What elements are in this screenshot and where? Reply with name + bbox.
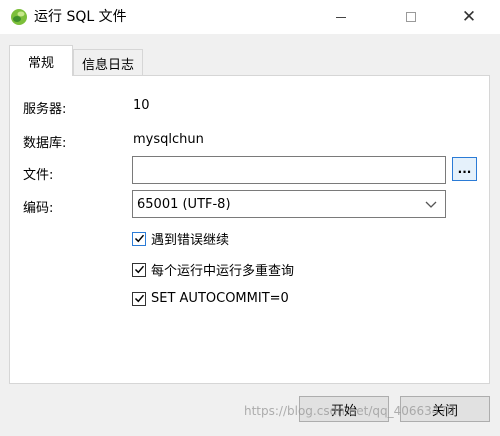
server-label: 服务器: (23, 102, 67, 117)
browse-file-button[interactable]: ... (452, 157, 477, 181)
encoding-label: 编码: (23, 201, 54, 216)
option-set-autocommit[interactable]: SET AUTOCOMMIT=0 (132, 291, 289, 306)
set-autocommit-label: SET AUTOCOMMIT=0 (151, 291, 289, 306)
server-value: 10 (133, 98, 150, 113)
option-multiple-queries[interactable]: 每个运行中运行多重查询 (132, 260, 294, 279)
close-window-button[interactable]: ✕ (446, 0, 492, 34)
chevron-down-icon (425, 201, 437, 208)
database-label: 数据库: (23, 136, 67, 151)
multiple-queries-checkbox[interactable] (132, 262, 146, 277)
tab-general[interactable]: 常规 (9, 45, 73, 76)
tab-message-log-label: 信息日志 (82, 57, 135, 73)
continue-on-error-label: 遇到错误继续 (151, 233, 230, 248)
tab-general-label: 常规 (27, 55, 54, 71)
navicat-leaf-icon (11, 9, 27, 25)
encoding-select[interactable]: 65001 (UTF-8) (132, 190, 446, 218)
general-panel (9, 75, 490, 384)
browse-ellipsis-icon: ... (457, 162, 472, 176)
checkmark-icon (134, 265, 144, 274)
checkmark-icon (134, 294, 144, 303)
minimize-icon (336, 16, 346, 18)
title-bar: 运行 SQL 文件 ✕ (0, 0, 500, 34)
window-title: 运行 SQL 文件 (34, 9, 127, 25)
set-autocommit-checkbox[interactable] (132, 291, 146, 306)
continue-on-error-checkbox[interactable] (132, 231, 146, 246)
checkmark-icon (134, 234, 144, 243)
encoding-select-value: 65001 (UTF-8) (137, 196, 231, 212)
file-label: 文件: (23, 168, 54, 183)
minimize-button[interactable] (318, 0, 364, 34)
multiple-queries-label: 每个运行中运行多重查询 (151, 264, 295, 279)
database-value: mysqlchun (133, 132, 204, 147)
option-continue-on-error[interactable]: 遇到错误继续 (132, 229, 229, 248)
maximize-button[interactable] (388, 0, 434, 34)
file-path-input[interactable] (132, 156, 446, 184)
tab-message-log[interactable]: 信息日志 (73, 49, 143, 76)
watermark: https://blog.csdn.net/qq_40663470 (244, 404, 455, 418)
maximize-icon (406, 12, 416, 22)
close-icon: ✕ (461, 6, 477, 27)
